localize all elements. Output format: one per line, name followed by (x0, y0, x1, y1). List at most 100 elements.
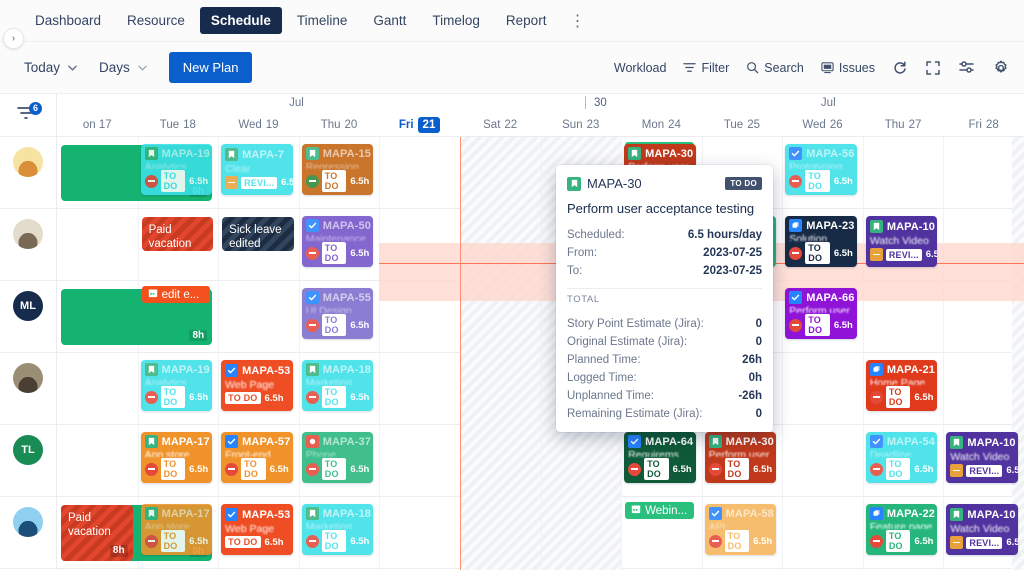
task-card[interactable]: MAPA-19AnalyticsTO DO6.5h (141, 360, 213, 411)
day-header-22[interactable]: Sat22 (460, 114, 541, 136)
task-card[interactable]: MAPA-7ClearREVI...6.5h (221, 144, 293, 195)
task-card[interactable]: MAPA-58APITO DO6.5h (705, 504, 777, 555)
resource-row (0, 353, 56, 425)
day-header-21[interactable]: Fri21 (379, 114, 460, 136)
priority-blocker-icon (870, 391, 883, 404)
story-type-icon (628, 147, 641, 160)
task-card[interactable]: MAPA-10Watch VideoREVI...6.5h (946, 504, 1018, 555)
avatar[interactable]: ML (13, 291, 43, 321)
task-card[interactable]: MAPA-18MarketingTO DO6.5h (302, 360, 374, 411)
avatar[interactable] (13, 507, 43, 537)
task-card[interactable]: MAPA-23SolutionTO DO6.5h (785, 216, 857, 267)
task-status-badge: TO DO (725, 530, 750, 552)
gear-icon[interactable] (992, 59, 1010, 77)
settings-sliders-icon[interactable] (958, 59, 975, 76)
task-hours: 6.5h (281, 177, 293, 188)
task-key: MAPA-15 (323, 148, 371, 160)
tooltip-field: Story Point Estimate (Jira):0 (567, 315, 762, 333)
day-header-23[interactable]: Sun23 (540, 114, 621, 136)
task-card[interactable]: MAPA-19AnalyticsTO DO6.5h (141, 144, 213, 195)
avatar[interactable]: TL (13, 435, 43, 465)
calendar-event[interactable]: Webin... (625, 502, 694, 519)
task-key: MAPA-54 (887, 436, 935, 448)
task-card[interactable]: MAPA-17App storeTO DO6.5h (141, 504, 213, 555)
fullscreen-icon[interactable] (925, 60, 941, 76)
search-button[interactable]: Search (746, 61, 804, 75)
task-card[interactable]: MAPA-10Watch VideoREVI...6.5h (866, 216, 938, 267)
task-card[interactable]: MAPA-37PhoneTO DO6.5h (302, 432, 374, 483)
absence-block[interactable]: Paid vacation8h (61, 505, 133, 561)
day-header-28[interactable]: Fri28 (943, 114, 1024, 136)
nav-tab-dashboard[interactable]: Dashboard (24, 7, 112, 34)
new-plan-button[interactable]: New Plan (169, 52, 253, 83)
date-range-label: Today (24, 60, 60, 75)
task-summary: Web Page (225, 379, 289, 391)
task-summary: UI Design (306, 305, 370, 313)
nav-tab-timeline[interactable]: Timeline (286, 7, 359, 34)
task-card[interactable]: MAPA-50MaintenanceTO DO6.5h (302, 216, 374, 267)
task-card[interactable]: MAPA-56PrototypingTO DO6.5h (785, 144, 857, 195)
resource-filter-icon[interactable]: 6 (15, 104, 41, 126)
nav-tab-gantt[interactable]: Gantt (362, 7, 417, 34)
absence-label: Paid vacation (149, 224, 192, 250)
task-status-badge: TO DO (322, 242, 347, 264)
task-card[interactable]: MAPA-10Watch VideoREVI...6.5h (946, 432, 1018, 483)
task-key: MAPA-18 (323, 364, 371, 376)
task-card[interactable]: MAPA-66Perform userTO DO6.5h (785, 288, 857, 339)
date-range-select[interactable]: Today (24, 60, 77, 75)
day-header-24[interactable]: Mon24 (621, 114, 702, 136)
tooltip-status-badge: TO DO (725, 177, 762, 190)
task-card[interactable]: MAPA-64RequiremsTO DO6.5h (624, 432, 696, 483)
day-header-20[interactable]: Thu20 (299, 114, 380, 136)
avatar[interactable] (13, 363, 43, 393)
task-card[interactable]: MAPA-53Web PageTO DO6.5h (221, 360, 293, 411)
task-card[interactable]: MAPA-18MarketingTO DO6.5h (302, 504, 374, 555)
task-card[interactable]: MAPA-22Feature pageTO DO6.5h (866, 504, 938, 555)
task-card[interactable]: MAPA-55UI DesignTO DO6.5h (302, 288, 374, 339)
nav-tab-timelog[interactable]: Timelog (421, 7, 491, 34)
story-type-icon (950, 436, 963, 449)
day-header-25[interactable]: Tue25 (702, 114, 783, 136)
tooltip-field-label: Unplanned Time: (567, 387, 654, 405)
task-card[interactable]: MAPA-15RegressionTO DO6.5h (302, 144, 374, 195)
workload-button[interactable]: Workload (614, 61, 667, 75)
nav-tab-resource[interactable]: Resource (116, 7, 196, 34)
task-card[interactable]: MAPA-30Perform userTO DO6.5h (705, 432, 777, 483)
task-card[interactable]: MAPA-21Home PageTO DO6.5h (866, 360, 938, 411)
task-summary: Regression (306, 161, 370, 169)
priority-blocker-icon (709, 535, 722, 548)
refresh-icon[interactable] (892, 60, 908, 76)
day-header-on 17[interactable]: on 17 (57, 114, 138, 136)
avatar[interactable] (13, 219, 43, 249)
day-header-26[interactable]: Wed26 (782, 114, 863, 136)
priority-medium-icon (870, 248, 883, 261)
calendar-event[interactable]: edit e... (142, 286, 211, 303)
task-status-badge: TO DO (161, 170, 186, 192)
task-card[interactable]: MAPA-57Front-endTO DO6.5h (221, 432, 293, 483)
nav-tab-report[interactable]: Report (495, 7, 558, 34)
task-hours: 6.5h (834, 176, 853, 187)
issues-button[interactable]: Issues (821, 61, 875, 75)
task-card[interactable]: MAPA-54DeadlineTO DO6.5h (866, 432, 938, 483)
task-card[interactable]: MAPA-17App storeTO DO6.5h (141, 432, 213, 483)
resource-filter-cell[interactable]: 6 (0, 94, 57, 136)
avatar[interactable] (13, 147, 43, 177)
absence-block[interactable]: Sick leave edited (222, 217, 294, 251)
day-header-19[interactable]: Wed19 (218, 114, 299, 136)
task-card[interactable]: MAPA-53Web PageTO DO6.5h (221, 504, 293, 555)
column-divider (782, 137, 783, 570)
nav-tab-schedule[interactable]: Schedule (200, 7, 282, 34)
zoom-level-select[interactable]: Days (99, 60, 147, 75)
absence-block[interactable]: Paid vacation (142, 217, 214, 251)
task-summary: Marketing (306, 521, 370, 529)
timeline-lanes[interactable]: 8h8h8hPaid vacationSick leave editedPaid… (57, 137, 1024, 570)
tooltip-field: Logged Time:0h (567, 369, 762, 387)
story-type-icon (225, 148, 238, 161)
day-header-27[interactable]: Thu27 (863, 114, 944, 136)
day-header-18[interactable]: Tue18 (138, 114, 219, 136)
filter-button[interactable]: Filter (683, 61, 729, 75)
story-type-icon (145, 147, 158, 160)
sidebar-collapse-toggle[interactable]: › (3, 28, 24, 49)
day-number: 24 (668, 119, 681, 131)
nav-more-icon[interactable]: ⋮ (561, 9, 594, 33)
